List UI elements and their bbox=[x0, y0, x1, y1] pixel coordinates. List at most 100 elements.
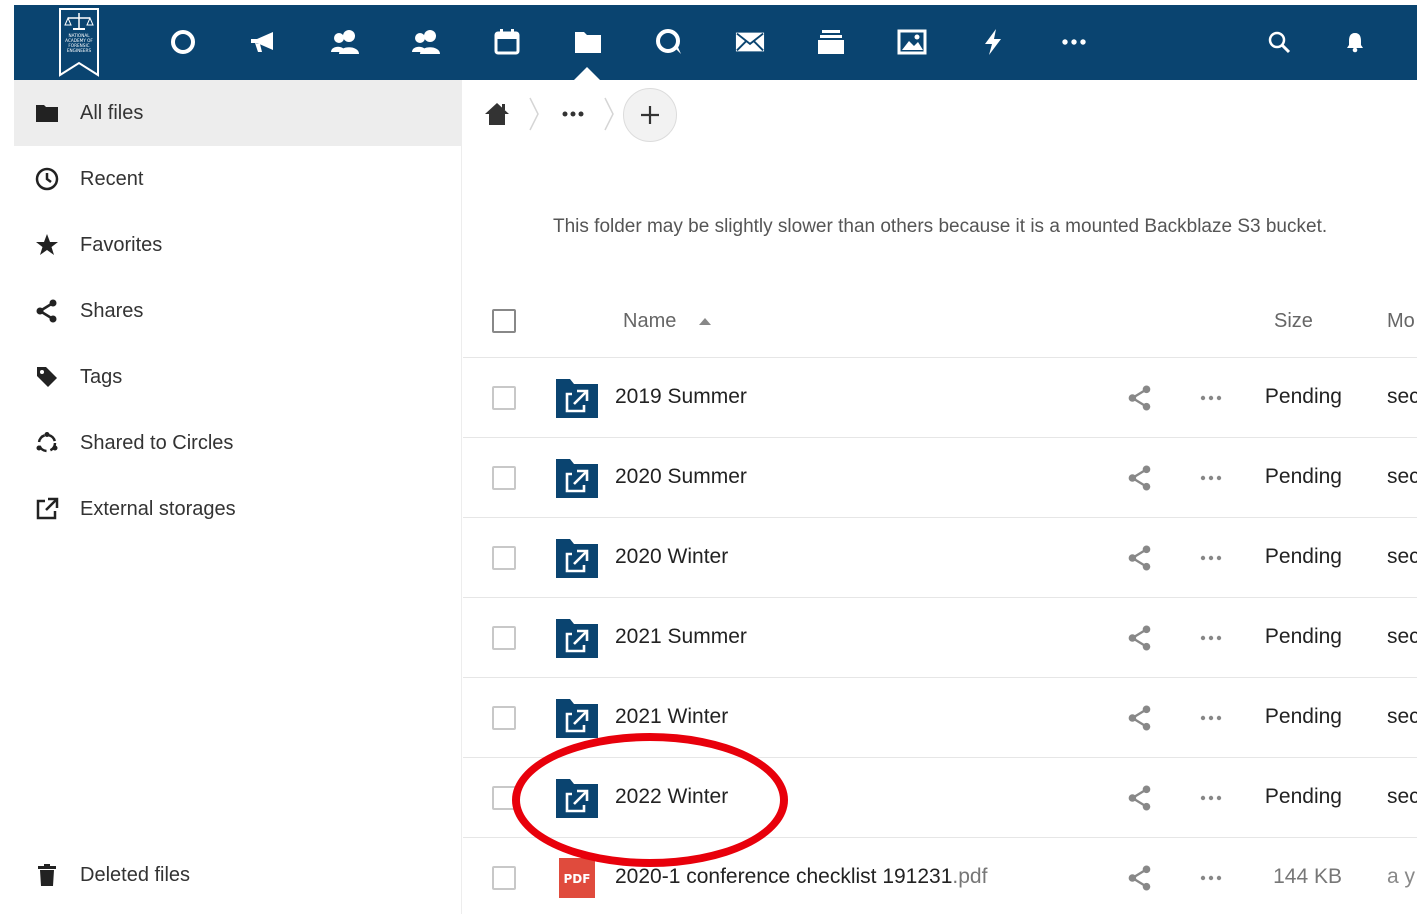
sidebar-item-shared-to-circles[interactable]: Shared to Circles bbox=[14, 410, 462, 476]
more-horizontal-icon bbox=[1200, 475, 1222, 481]
sidebar-item-label: Recent bbox=[80, 167, 144, 190]
select-all-checkbox[interactable] bbox=[492, 309, 516, 333]
column-header-name[interactable]: Name bbox=[623, 310, 676, 333]
nav-announcements[interactable] bbox=[249, 27, 279, 57]
table-row[interactable]: 2020 Winter Pending sec bbox=[463, 518, 1417, 598]
nav-photos[interactable] bbox=[897, 27, 927, 57]
nav-circles[interactable] bbox=[411, 27, 441, 57]
row-checkbox[interactable] bbox=[492, 866, 516, 890]
sidebar-item-tags[interactable]: Tags bbox=[14, 344, 462, 410]
file-size: Pending bbox=[1264, 545, 1342, 568]
file-modified: sec bbox=[1387, 385, 1417, 408]
table-row[interactable]: PDF 2020-1 conference checklist 191231.p… bbox=[463, 838, 1417, 914]
row-actions-button[interactable] bbox=[1197, 865, 1225, 891]
plus-icon bbox=[641, 106, 659, 124]
sidebar-item-shares[interactable]: Shares bbox=[14, 278, 462, 344]
file-modified: sec bbox=[1387, 545, 1417, 568]
row-actions-button[interactable] bbox=[1197, 465, 1225, 491]
row-actions-button[interactable] bbox=[1197, 785, 1225, 811]
share-icon[interactable] bbox=[1127, 545, 1153, 571]
folder-icon bbox=[575, 32, 601, 53]
more-horizontal-icon bbox=[1200, 635, 1222, 641]
nav-talk[interactable] bbox=[654, 27, 684, 57]
column-header-size[interactable]: Size bbox=[1274, 310, 1313, 333]
column-header-modified[interactable]: Mo bbox=[1387, 310, 1415, 333]
new-file-button[interactable] bbox=[623, 88, 677, 142]
table-row[interactable]: 2021 Winter Pending sec bbox=[463, 678, 1417, 758]
share-icon[interactable] bbox=[1127, 385, 1153, 411]
sidebar-item-label: Tags bbox=[80, 365, 123, 388]
photos-icon bbox=[897, 29, 927, 55]
nav-files[interactable] bbox=[573, 27, 603, 57]
breadcrumb-separator bbox=[529, 97, 539, 131]
notifications-button[interactable] bbox=[1340, 27, 1370, 57]
active-app-indicator bbox=[574, 67, 600, 80]
share-icon[interactable] bbox=[1127, 465, 1153, 491]
nav-mail[interactable] bbox=[735, 27, 765, 57]
folder-description: This folder may be slightly slower than … bbox=[553, 216, 1328, 237]
file-modified: sec bbox=[1387, 785, 1417, 808]
nav-dashboard[interactable] bbox=[168, 27, 198, 57]
tag-icon bbox=[34, 365, 60, 389]
external-folder-icon bbox=[556, 459, 598, 498]
share-icon[interactable] bbox=[1127, 785, 1153, 811]
sidebar-item-recent[interactable]: Recent bbox=[14, 146, 462, 212]
sidebar-item-external-storages[interactable]: External storages bbox=[14, 476, 462, 542]
file-name[interactable]: 2022 Winter bbox=[615, 785, 728, 809]
row-actions-button[interactable] bbox=[1197, 705, 1225, 731]
nav-contacts[interactable] bbox=[330, 27, 360, 57]
academy-logo[interactable]: NATIONAL ACADEMY OF FORENSIC ENGINEERS bbox=[58, 7, 100, 77]
bell-icon bbox=[1347, 33, 1363, 53]
sidebar-item-favorites[interactable]: Favorites bbox=[14, 212, 462, 278]
row-checkbox[interactable] bbox=[492, 466, 516, 490]
row-actions-button[interactable] bbox=[1197, 385, 1225, 411]
row-checkbox[interactable] bbox=[492, 706, 516, 730]
file-size: Pending bbox=[1264, 705, 1342, 728]
sidebar-item-label: All files bbox=[80, 101, 144, 124]
megaphone-icon bbox=[251, 32, 273, 52]
file-name[interactable]: 2019 Summer bbox=[615, 385, 747, 409]
file-name[interactable]: 2020-1 conference checklist 191231.pdf bbox=[615, 865, 987, 889]
file-name[interactable]: 2020 Winter bbox=[615, 545, 728, 569]
more-horizontal-icon bbox=[1200, 715, 1222, 721]
home-icon bbox=[485, 103, 509, 125]
sidebar-item-deleted-files[interactable]: Deleted files bbox=[14, 842, 462, 908]
breadcrumb-more-button[interactable] bbox=[558, 100, 588, 128]
file-size: Pending bbox=[1264, 465, 1342, 488]
search-icon bbox=[1268, 31, 1291, 54]
breadcrumb-separator bbox=[604, 97, 614, 131]
table-row[interactable]: 2019 Summer Pending sec bbox=[463, 358, 1417, 438]
row-actions-button[interactable] bbox=[1197, 545, 1225, 571]
row-actions-button[interactable] bbox=[1197, 625, 1225, 651]
file-name[interactable]: 2021 Winter bbox=[615, 705, 728, 729]
row-checkbox[interactable] bbox=[492, 386, 516, 410]
row-checkbox[interactable] bbox=[492, 546, 516, 570]
breadcrumb-home[interactable] bbox=[484, 101, 510, 127]
nav-deck[interactable] bbox=[816, 27, 846, 57]
external-link-icon bbox=[34, 497, 60, 521]
sidebar-item-label: Favorites bbox=[80, 233, 163, 256]
external-folder-icon bbox=[556, 779, 598, 818]
file-name[interactable]: 2020 Summer bbox=[615, 465, 747, 489]
sidebar-item-all-files[interactable]: All files bbox=[14, 80, 462, 146]
file-name[interactable]: 2021 Summer bbox=[615, 625, 747, 649]
nav-activity[interactable] bbox=[978, 27, 1008, 57]
table-row[interactable]: 2021 Summer Pending sec bbox=[463, 598, 1417, 678]
row-checkbox[interactable] bbox=[492, 786, 516, 810]
table-row[interactable]: 2020 Summer Pending sec bbox=[463, 438, 1417, 518]
table-row[interactable]: 2022 Winter Pending sec bbox=[463, 758, 1417, 838]
share-icon bbox=[34, 299, 60, 323]
sidebar-item-label: External storages bbox=[80, 497, 236, 520]
share-icon[interactable] bbox=[1127, 625, 1153, 651]
sidebar-item-label: Shared to Circles bbox=[80, 431, 234, 454]
nav-more-apps[interactable] bbox=[1059, 27, 1089, 57]
trash-icon bbox=[34, 863, 60, 887]
search-button[interactable] bbox=[1264, 27, 1294, 57]
share-icon[interactable] bbox=[1127, 705, 1153, 731]
share-icon[interactable] bbox=[1127, 865, 1153, 891]
svg-text:PDF: PDF bbox=[564, 872, 591, 886]
row-checkbox[interactable] bbox=[492, 626, 516, 650]
calendar-icon bbox=[494, 29, 520, 55]
nav-calendar[interactable] bbox=[492, 27, 522, 57]
svg-text:ENGINEERS: ENGINEERS bbox=[67, 48, 92, 53]
